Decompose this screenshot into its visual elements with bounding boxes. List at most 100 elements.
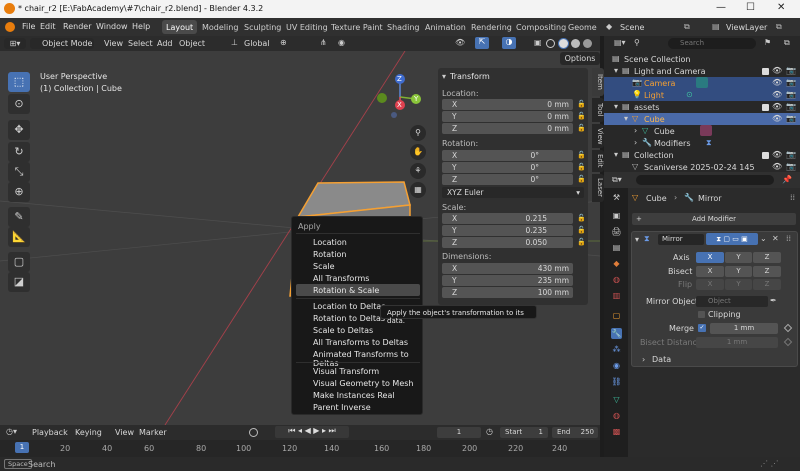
menu-render[interactable]: Render [63, 22, 91, 31]
location-y-field[interactable]: Y 0 mm [442, 111, 573, 122]
chevron-down-icon[interactable]: ▾ [614, 150, 618, 159]
new-scene-icon[interactable]: ⧉ [684, 22, 690, 32]
scale-x-field[interactable]: X 0.215 [442, 213, 573, 224]
properties-search-input[interactable] [636, 175, 774, 185]
shading-wireframe-icon[interactable] [546, 39, 555, 48]
modifier-toggles[interactable]: ⧗ ▢ ▭ ▣ [706, 233, 758, 245]
timeline-ruler[interactable]: 1 20 40 60 80 100 120 140 160 180 200 22… [0, 440, 600, 457]
snap-icon[interactable]: ⋔ [320, 38, 327, 47]
shading-rendered-icon[interactable] [583, 39, 592, 48]
checkbox-icon[interactable] [762, 104, 769, 111]
playback-controls[interactable]: ⏮ ◂ ◀ ▶ ▸ ⏭ [275, 426, 349, 438]
eye-icon[interactable]: 👁 [772, 78, 782, 87]
camera-view-icon[interactable]: ⚘ [410, 163, 426, 179]
close-icon[interactable]: ✕ [777, 2, 785, 13]
rotation-z-field[interactable]: Z 0° [442, 174, 573, 185]
outliner-display-icon[interactable]: ▤▾ [614, 38, 626, 47]
chevron-right-icon[interactable]: › [634, 138, 637, 147]
new-collection-icon[interactable]: ⧉ [784, 38, 790, 48]
blender-menu-icon[interactable] [5, 22, 15, 32]
outliner-row-light-and-camera[interactable]: ▾ ▤ Light and Camera 👁 📷 [604, 65, 800, 77]
zoom-icon[interactable]: ⚲ [410, 125, 426, 141]
menu-item-all-transforms[interactable]: All Transforms [313, 274, 369, 283]
editor-type-icon[interactable]: ⧉▾ [612, 175, 622, 185]
menu-item-location[interactable]: Location [313, 238, 347, 247]
tab-sculpting[interactable]: Sculpting [240, 20, 285, 34]
material-tab-icon[interactable]: ◍ [611, 410, 622, 421]
checkbox-icon[interactable] [762, 68, 769, 75]
chevron-down-icon[interactable]: ▾ [614, 66, 618, 75]
tab-edit[interactable]: Edit [592, 150, 604, 172]
gizmo-toggle-icon[interactable]: ⇱ [475, 37, 489, 49]
pin-icon[interactable]: 📌 [782, 175, 792, 184]
outliner-row-light[interactable]: 💡 Light ⊙ 👁 📷 [604, 89, 800, 101]
particles-tab-icon[interactable]: ⁂ [611, 344, 622, 355]
chevron-down-icon[interactable]: ▾ [624, 114, 628, 123]
collapse-chevron-icon[interactable]: ▾ [442, 72, 446, 81]
timeline-playback-menu[interactable]: Playback [32, 428, 68, 437]
menu-item-parent-inverse[interactable]: Parent Inverse [313, 403, 371, 412]
overlay-toggle-icon[interactable]: ◑ [502, 37, 516, 49]
bisect-z-toggle[interactable]: Z [753, 266, 781, 277]
menu-item-rotation-to-deltas[interactable]: Rotation to Deltas [313, 314, 385, 323]
menu-object[interactable]: Object [179, 39, 205, 48]
annotate-icon[interactable]: ✎ [8, 207, 30, 227]
tab-laser[interactable]: Laser [592, 174, 604, 202]
menu-item-scale[interactable]: Scale [313, 262, 335, 271]
flip-x-toggle[interactable]: X [696, 279, 724, 290]
axis-z-toggle[interactable]: Z [753, 252, 781, 263]
eyedropper-icon[interactable]: ✒ [770, 296, 777, 305]
pan-hand-icon[interactable]: ✋ [410, 144, 426, 160]
lock-icon[interactable]: 🔓 [577, 238, 586, 246]
drag-handle-icon[interactable]: ⁞⁞ [790, 193, 795, 202]
camera-render-icon[interactable]: 📷 [786, 102, 796, 111]
cursor-icon[interactable]: ⊙ [8, 94, 30, 114]
tool-tab-icon[interactable]: ⚒ [611, 192, 622, 203]
outliner-row-assets[interactable]: ▾ ▤ assets 👁 📷 [604, 101, 800, 113]
visibility-icon[interactable]: 👁 [455, 38, 465, 47]
eye-icon[interactable]: 👁 [772, 102, 782, 111]
menu-select[interactable]: Select [128, 39, 153, 48]
outliner-row-collection[interactable]: ▾ ▤ Collection 👁 📷 [604, 149, 800, 161]
outliner-row-camera[interactable]: 📷 Camera 👁 📷 [604, 77, 800, 89]
scale-z-field[interactable]: Z 0.050 [442, 237, 573, 248]
tab-tool[interactable]: Tool [592, 98, 604, 122]
chevron-right-icon[interactable]: › [634, 126, 637, 135]
outliner-row-cube[interactable]: ▾ ▽ Cube 👁 📷 [604, 113, 800, 125]
add-object-icon[interactable]: ◪ [8, 272, 30, 292]
transform-orientation-icon[interactable]: ⊥ [231, 38, 238, 47]
xray-icon[interactable]: ▣ [534, 38, 542, 47]
scale-icon[interactable]: ⤡ [8, 162, 30, 182]
constraints-tab-icon[interactable]: ⛓ [611, 376, 622, 387]
timeline-marker-menu[interactable]: Marker [139, 428, 167, 437]
tab-geometry[interactable]: Geome [564, 20, 601, 34]
menu-item-scale-to-deltas[interactable]: Scale to Deltas [313, 326, 373, 335]
clipping-checkbox[interactable] [698, 311, 705, 318]
bisect-y-toggle[interactable]: Y [725, 266, 752, 277]
preview-range-icon[interactable]: ◷ [486, 427, 493, 436]
menu-item-all-transforms-to-deltas[interactable]: All Transforms to Deltas [313, 338, 408, 347]
bisect-x-toggle[interactable]: X [696, 266, 724, 277]
minimize-icon[interactable]: — [716, 2, 726, 13]
tab-modeling[interactable]: Modeling [198, 20, 242, 34]
bisect-distance-field[interactable]: 1 mm [696, 337, 778, 348]
dimension-y-field[interactable]: Y 235 mm [442, 275, 573, 286]
mirror-object-field[interactable]: Object [696, 296, 768, 307]
merge-distance-field[interactable]: 1 mm [710, 323, 778, 334]
flip-z-toggle[interactable]: Z [753, 279, 781, 290]
end-frame-field[interactable]: End 250 [552, 427, 598, 438]
lock-icon[interactable]: 🔓 [577, 124, 586, 132]
chevron-down-icon[interactable]: ⌄ [760, 234, 767, 243]
outliner-row-cube-mesh[interactable]: › ▽ Cube [604, 125, 800, 137]
rotation-mode-dropdown[interactable]: XYZ Euler ▾ [442, 187, 584, 198]
timeline-keying-menu[interactable]: Keying [75, 428, 102, 437]
resize-grip-icon[interactable]: ⋰ ⋰ [760, 459, 779, 468]
outliner-row-scaniverse[interactable]: ▽ Scaniverse 2025-02-24 145 👁 📷 [604, 161, 800, 172]
tab-rendering[interactable]: Rendering [467, 20, 516, 34]
playhead-marker[interactable]: 1 [15, 442, 29, 453]
output-tab-icon[interactable]: 🖨 [611, 226, 622, 237]
menu-edit[interactable]: Edit [40, 22, 56, 31]
menu-item-make-instances-real[interactable]: Make Instances Real [313, 391, 395, 400]
menu-file[interactable]: File [22, 22, 35, 31]
dimension-x-field[interactable]: X 430 mm [442, 263, 573, 274]
